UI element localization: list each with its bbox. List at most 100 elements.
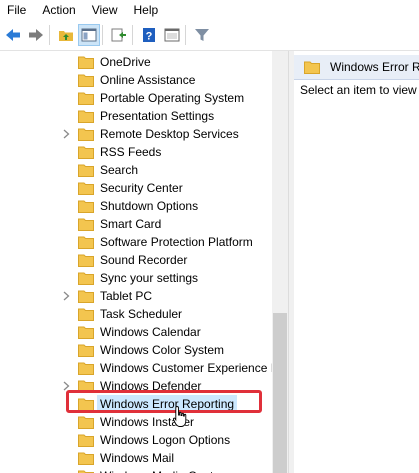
folder-icon xyxy=(78,182,94,195)
folder-icon xyxy=(78,272,94,285)
tree-item-label: OneDrive xyxy=(100,55,151,69)
tree-item[interactable]: Sync your settings xyxy=(0,269,272,287)
folder-icon xyxy=(78,110,94,123)
tree-item[interactable]: Shutdown Options xyxy=(0,197,272,215)
folder-icon xyxy=(78,236,94,249)
menu-action[interactable]: Action xyxy=(34,0,83,20)
tree-item[interactable]: Windows Customer Experience Improvement … xyxy=(0,359,288,377)
details-header: Windows Error Reporting xyxy=(294,55,419,80)
folder-icon xyxy=(78,146,94,159)
tree-item-label: Windows Calendar xyxy=(100,325,201,339)
tree-item[interactable]: RSS Feeds xyxy=(0,143,272,161)
tree-item[interactable]: Windows Calendar xyxy=(0,323,272,341)
tree-scroll-thumb[interactable] xyxy=(273,313,287,473)
folder-icon xyxy=(78,470,94,473)
folder-icon xyxy=(78,254,94,267)
tree-item-label: Windows Mail xyxy=(100,451,175,465)
tree-item[interactable]: Windows Media Center xyxy=(0,467,272,473)
menu-file[interactable]: File xyxy=(0,0,34,20)
toolbar-separator xyxy=(132,25,133,45)
tree-item[interactable]: Windows Color System xyxy=(0,341,272,359)
export-list-button[interactable] xyxy=(109,25,129,45)
up-one-level-button[interactable] xyxy=(56,25,76,45)
folder-icon xyxy=(78,56,94,69)
folder-icon xyxy=(78,452,94,465)
tree-item[interactable]: Sound Recorder xyxy=(0,251,272,269)
tree-item-label: Sound Recorder xyxy=(100,253,188,267)
tree-item-label: RSS Feeds xyxy=(100,145,162,159)
folder-icon xyxy=(78,74,94,87)
tree-item-label: Tablet PC xyxy=(100,289,153,303)
folder-icon xyxy=(78,434,94,447)
tree-item[interactable]: Tablet PC xyxy=(0,287,272,305)
menu-help[interactable]: Help xyxy=(126,0,167,20)
tree-item-label: Search xyxy=(100,163,139,177)
details-hint: Select an item to view its description. xyxy=(300,83,419,97)
folder-icon xyxy=(78,200,94,213)
menu-view[interactable]: View xyxy=(84,0,126,20)
chevron-right-icon[interactable] xyxy=(62,291,71,301)
details-title: Windows Error Reporting xyxy=(330,60,419,74)
properties-button[interactable] xyxy=(162,25,182,45)
svg-text:?: ? xyxy=(146,31,153,43)
folder-icon xyxy=(78,290,94,303)
tree-item[interactable]: OneDrive xyxy=(0,53,272,71)
tree-item[interactable]: Search xyxy=(0,161,272,179)
toolbar-separator xyxy=(49,25,50,45)
tree-item-label: Online Assistance xyxy=(100,73,196,87)
folder-icon xyxy=(304,61,320,74)
tree-item[interactable]: Presentation Settings xyxy=(0,107,272,125)
details-pane: Windows Error Reporting Select an item t… xyxy=(294,51,419,473)
tree-item-label: Portable Operating System xyxy=(100,91,245,105)
tree-item-label: Windows Customer Experience Improvement … xyxy=(100,361,288,375)
tree-item[interactable]: Security Center xyxy=(0,179,272,197)
tree-item-label: Task Scheduler xyxy=(100,307,183,321)
tree-item-label: Sync your settings xyxy=(100,271,199,285)
folder-icon xyxy=(78,416,94,429)
toolbar-separator xyxy=(102,25,103,45)
tree-item-label: Security Center xyxy=(100,181,183,195)
tree-item-label: Software Protection Platform xyxy=(100,235,253,249)
tree-item-label: Windows Media Center xyxy=(100,467,224,473)
help-button[interactable]: ? xyxy=(139,25,159,45)
folder-icon xyxy=(78,128,94,141)
folder-icon xyxy=(78,308,94,321)
tree-item-label: Shutdown Options xyxy=(100,199,199,213)
filter-icon xyxy=(195,29,209,41)
console-tree-icon xyxy=(81,28,97,42)
tree-item[interactable]: Remote Desktop Services xyxy=(0,125,272,143)
tree-item[interactable]: Windows Installer xyxy=(0,413,272,431)
help-icon: ? xyxy=(143,28,155,43)
hand-pointer-cursor-icon xyxy=(172,406,187,427)
folder-up-icon xyxy=(59,31,73,41)
toolbar: ? xyxy=(0,20,419,51)
tree-item[interactable]: Windows Mail xyxy=(0,449,272,467)
tree-item-label: Presentation Settings xyxy=(100,109,215,123)
tree-item-label: Smart Card xyxy=(100,217,162,231)
folder-icon xyxy=(78,326,94,339)
export-list-icon xyxy=(111,28,126,42)
tree-item[interactable]: Software Protection Platform xyxy=(0,233,272,251)
toolbar-separator xyxy=(185,25,186,45)
show-hide-console-tree-button[interactable] xyxy=(78,24,100,46)
filter-button[interactable] xyxy=(192,25,212,45)
forward-button[interactable] xyxy=(26,25,46,45)
forward-arrow-icon xyxy=(29,29,43,41)
back-arrow-icon xyxy=(6,29,20,41)
menu-bar: File Action View Help xyxy=(0,0,419,20)
tree-item-label: Windows Logon Options xyxy=(100,433,231,447)
tree-item[interactable]: Task Scheduler xyxy=(0,305,272,323)
tree-item-label: Windows Color System xyxy=(100,343,225,357)
chevron-right-icon[interactable] xyxy=(62,129,71,139)
folder-icon xyxy=(78,218,94,231)
properties-icon xyxy=(164,28,180,42)
tree-item[interactable]: Portable Operating System xyxy=(0,89,272,107)
folder-icon xyxy=(78,344,94,357)
tree-item[interactable]: Smart Card xyxy=(0,215,272,233)
folder-icon xyxy=(78,92,94,105)
folder-icon xyxy=(78,362,94,375)
back-button[interactable] xyxy=(3,25,23,45)
tree-item[interactable]: Windows Logon Options xyxy=(0,431,272,449)
folder-icon xyxy=(78,164,94,177)
tree-item[interactable]: Online Assistance xyxy=(0,71,272,89)
